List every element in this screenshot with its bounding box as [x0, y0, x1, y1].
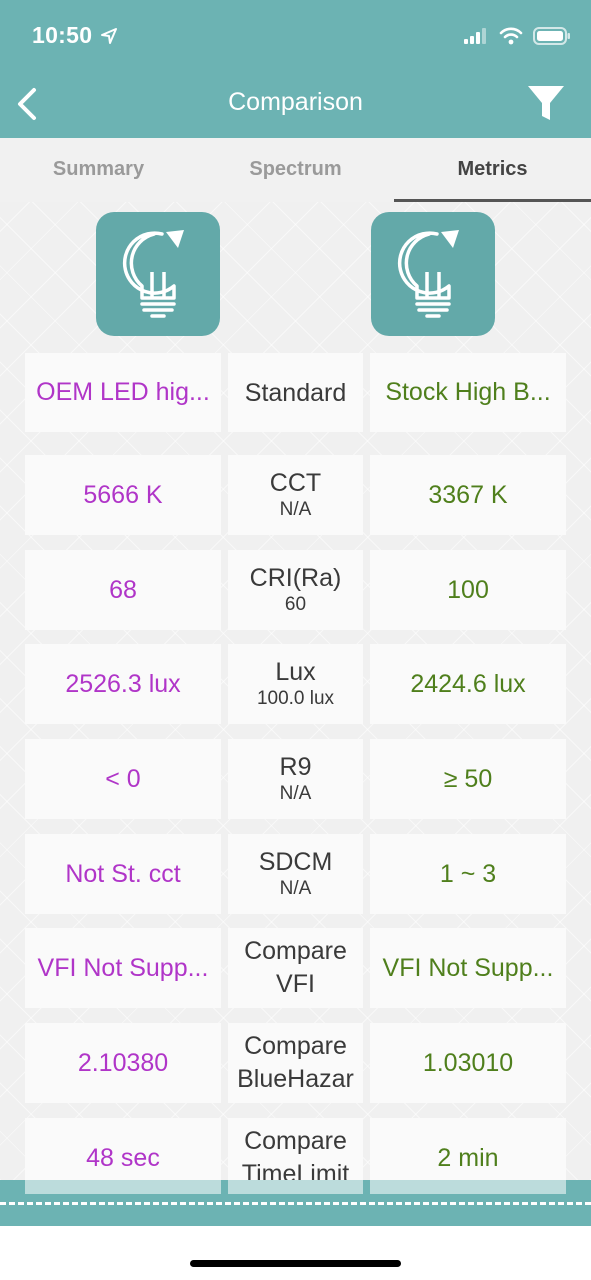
right-value: 2424.6 lux	[410, 669, 526, 698]
compare-bluehazard-button[interactable]: Compare BlueHazar	[228, 1023, 363, 1103]
tab-summary[interactable]: Summary	[0, 158, 197, 181]
standard-value: 60	[284, 594, 307, 615]
left-value: 5666 K	[83, 480, 163, 509]
metric-name: R9	[279, 753, 312, 781]
standard-value: 100.0 lux	[256, 688, 335, 709]
metric-row-right: 3367 K	[370, 455, 566, 535]
bottom-cell-edge	[25, 1180, 221, 1194]
standard-value: N/A	[279, 878, 312, 899]
metric-name-line2: VFI	[276, 970, 315, 998]
left-light-name-cell: OEM LED hig...	[25, 353, 221, 432]
left-value: < 0	[105, 764, 141, 793]
standard-value: N/A	[279, 783, 312, 804]
metric-name: CCT	[269, 469, 322, 497]
metric-row-right: 1 ~ 3	[370, 834, 566, 914]
lightbulb-icon	[397, 230, 459, 318]
funnel-icon	[528, 86, 564, 120]
metric-row-left: 5666 K	[25, 455, 221, 535]
home-indicator[interactable]	[190, 1260, 401, 1267]
metric-row-right: VFI Not Supp...	[370, 928, 566, 1008]
left-value: 2.10380	[77, 1048, 169, 1077]
right-value: 1 ~ 3	[439, 859, 497, 888]
metric-row-left: 68	[25, 550, 221, 630]
metric-name: Lux	[275, 658, 316, 686]
bottom-cell-edge	[370, 1180, 566, 1194]
cellular-signal-icon	[464, 28, 486, 44]
metric-row-left: 48 sec	[25, 1118, 221, 1180]
metric-name-line1: Compare	[244, 1032, 347, 1060]
metrics-comparison-list[interactable]: OEM LED hig... Standard Stock High B... …	[0, 202, 591, 1180]
right-light-name: Stock High B...	[385, 378, 551, 406]
status-icons	[463, 24, 571, 48]
page-title: Comparison	[228, 88, 363, 116]
left-light-name: OEM LED hig...	[36, 378, 210, 406]
metric-name: CRI(Ra)	[249, 564, 342, 592]
left-value: 68	[109, 575, 137, 604]
metric-row-right: 2424.6 lux	[370, 644, 566, 724]
standard-label: Standard	[244, 378, 347, 407]
metric-row-left: 2526.3 lux	[25, 644, 221, 724]
metric-row-standard: Lux 100.0 lux	[228, 644, 363, 724]
left-value: 48 sec	[86, 1143, 160, 1172]
metric-row-right: 1.03010	[370, 1023, 566, 1103]
metric-row-right: 2 min	[370, 1118, 566, 1180]
right-value: 100	[447, 575, 489, 604]
metric-row-left: VFI Not Supp...	[25, 928, 221, 1008]
left-light-icon-tile	[96, 212, 220, 336]
bottom-band	[0, 1180, 591, 1226]
tab-spectrum[interactable]: Spectrum	[197, 158, 394, 181]
dashed-divider	[0, 1202, 591, 1205]
status-time: 10:50	[32, 22, 93, 48]
metric-row-left: 2.10380	[25, 1023, 221, 1103]
segment-tabs: Summary Spectrum Metrics	[0, 138, 591, 202]
metric-row-right: ≥ 50	[370, 739, 566, 819]
right-value: 3367 K	[428, 480, 508, 509]
metric-row-right: 100	[370, 550, 566, 630]
metric-row-standard: CCT N/A	[228, 455, 363, 535]
filter-button[interactable]	[525, 82, 567, 124]
metric-row-left: Not St. cct	[25, 834, 221, 914]
wifi-icon	[499, 27, 523, 45]
battery-icon	[533, 27, 570, 45]
tab-metrics[interactable]: Metrics	[394, 158, 591, 181]
metric-name: SDCM	[258, 848, 333, 876]
right-light-name-cell: Stock High B...	[370, 353, 566, 432]
nav-header: 10:50 Comparison	[0, 0, 591, 138]
lightbulb-icon	[122, 230, 184, 318]
right-value: ≥ 50	[443, 764, 493, 793]
standard-header-cell: Standard	[228, 353, 363, 432]
right-value: 1.03010	[422, 1048, 514, 1077]
home-indicator-area	[0, 1226, 591, 1280]
compare-vfi-button[interactable]: Compare VFI	[228, 928, 363, 1008]
metric-name-line1: Compare	[244, 1127, 347, 1155]
left-value: VFI Not Supp...	[37, 953, 209, 982]
left-value: 2526.3 lux	[65, 669, 181, 698]
metric-name-line1: Compare	[244, 937, 347, 965]
metric-name-line2: BlueHazar	[237, 1065, 354, 1093]
standard-value: N/A	[279, 499, 312, 520]
metric-row-left: < 0	[25, 739, 221, 819]
location-arrow-icon	[101, 28, 117, 44]
left-value: Not St. cct	[65, 859, 181, 888]
metric-row-standard: R9 N/A	[228, 739, 363, 819]
right-light-icon-tile	[371, 212, 495, 336]
compare-timelimit-button[interactable]: Compare TimeLimit	[228, 1118, 363, 1180]
right-value: VFI Not Supp...	[382, 953, 554, 982]
metric-row-standard: SDCM N/A	[228, 834, 363, 914]
metric-name-line2: TimeLimit	[241, 1160, 350, 1180]
right-value: 2 min	[437, 1143, 499, 1172]
bottom-cell-edge	[228, 1180, 363, 1194]
metric-row-standard: CRI(Ra) 60	[228, 550, 363, 630]
